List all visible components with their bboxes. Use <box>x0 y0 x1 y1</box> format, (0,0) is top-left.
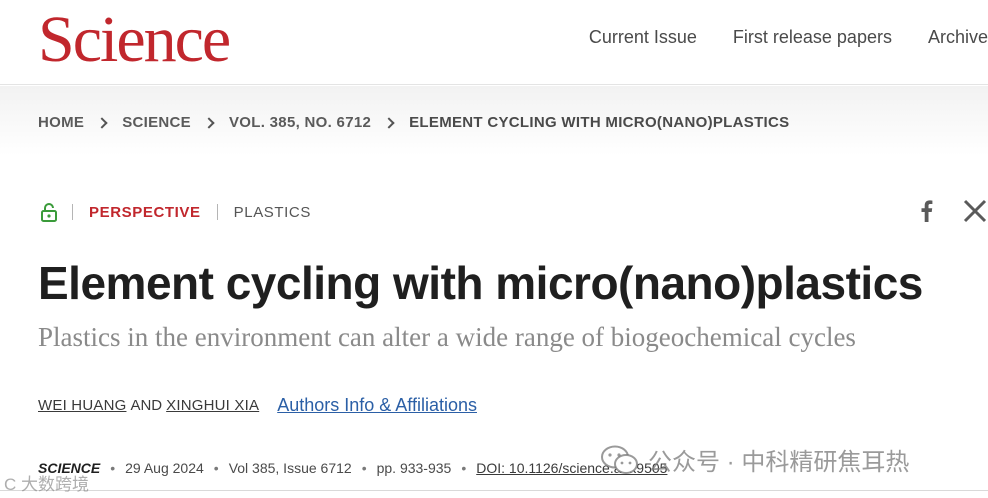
chevron-right-icon <box>96 116 108 129</box>
unlocked-access-icon <box>41 203 57 222</box>
divider <box>216 204 218 220</box>
separator: • <box>110 460 116 476</box>
author-link[interactable]: XINGHUI XIA <box>166 397 259 414</box>
chevron-right-icon <box>203 116 215 129</box>
nav-first-release-papers[interactable]: First release papers <box>733 26 892 48</box>
page-range: pp. 933-935 <box>376 460 452 476</box>
watermark-left: C 大数跨境 <box>4 475 89 494</box>
article-title: Element cycling with micro(nano)plastics <box>38 257 923 309</box>
divider <box>72 204 73 220</box>
breadcrumb-home[interactable]: HOME <box>38 114 84 131</box>
chevron-right-icon <box>383 116 395 129</box>
citation-line: SCIENCE • 29 Aug 2024 • Vol 385, Issue 6… <box>38 460 667 476</box>
authors-info-link[interactable]: Authors Info & Affiliations <box>277 395 477 416</box>
article-topic-label[interactable]: PLASTICS <box>234 204 311 221</box>
science-logo[interactable]: Science <box>38 2 231 78</box>
share-icons <box>914 198 988 224</box>
breadcrumb-volume[interactable]: VOL. 385, NO. 6712 <box>229 114 371 131</box>
separator: • <box>361 460 367 476</box>
site-header: Science Current Issue First release pape… <box>0 0 988 85</box>
divider <box>0 490 988 491</box>
author-link[interactable]: WEI HUANG <box>38 397 126 414</box>
wechat-watermark: 公众号 · 中科精研焦耳热 <box>600 442 909 477</box>
wechat-icon <box>601 445 638 474</box>
separator: • <box>213 460 219 476</box>
author-conjunction: AND <box>130 397 163 414</box>
article-type-label[interactable]: PERSPECTIVE <box>89 204 201 221</box>
authors-line: WEI HUANG AND XINGHUI XIA Authors Info &… <box>38 395 477 416</box>
separator: • <box>461 460 467 476</box>
x-icon[interactable] <box>962 198 988 224</box>
facebook-icon[interactable] <box>914 198 940 224</box>
watermark-text: 公众号 · 中科精研焦耳热 <box>648 449 910 476</box>
nav-archive[interactable]: Archive <box>928 26 988 48</box>
breadcrumb-current: ELEMENT CYCLING WITH MICRO(NANO)PLASTICS <box>409 114 790 131</box>
breadcrumb-science[interactable]: SCIENCE <box>122 114 191 131</box>
article-meta: PERSPECTIVE PLASTICS <box>40 202 311 222</box>
volume-issue: Vol 385, Issue 6712 <box>228 460 352 476</box>
publication-date: 29 Aug 2024 <box>125 460 204 476</box>
main-nav: Current Issue First release papers Archi… <box>589 26 988 48</box>
breadcrumb: HOME SCIENCE VOL. 385, NO. 6712 ELEMENT … <box>38 114 789 131</box>
nav-current-issue[interactable]: Current Issue <box>589 26 697 48</box>
article-subtitle: Plastics in the environment can alter a … <box>38 322 856 352</box>
